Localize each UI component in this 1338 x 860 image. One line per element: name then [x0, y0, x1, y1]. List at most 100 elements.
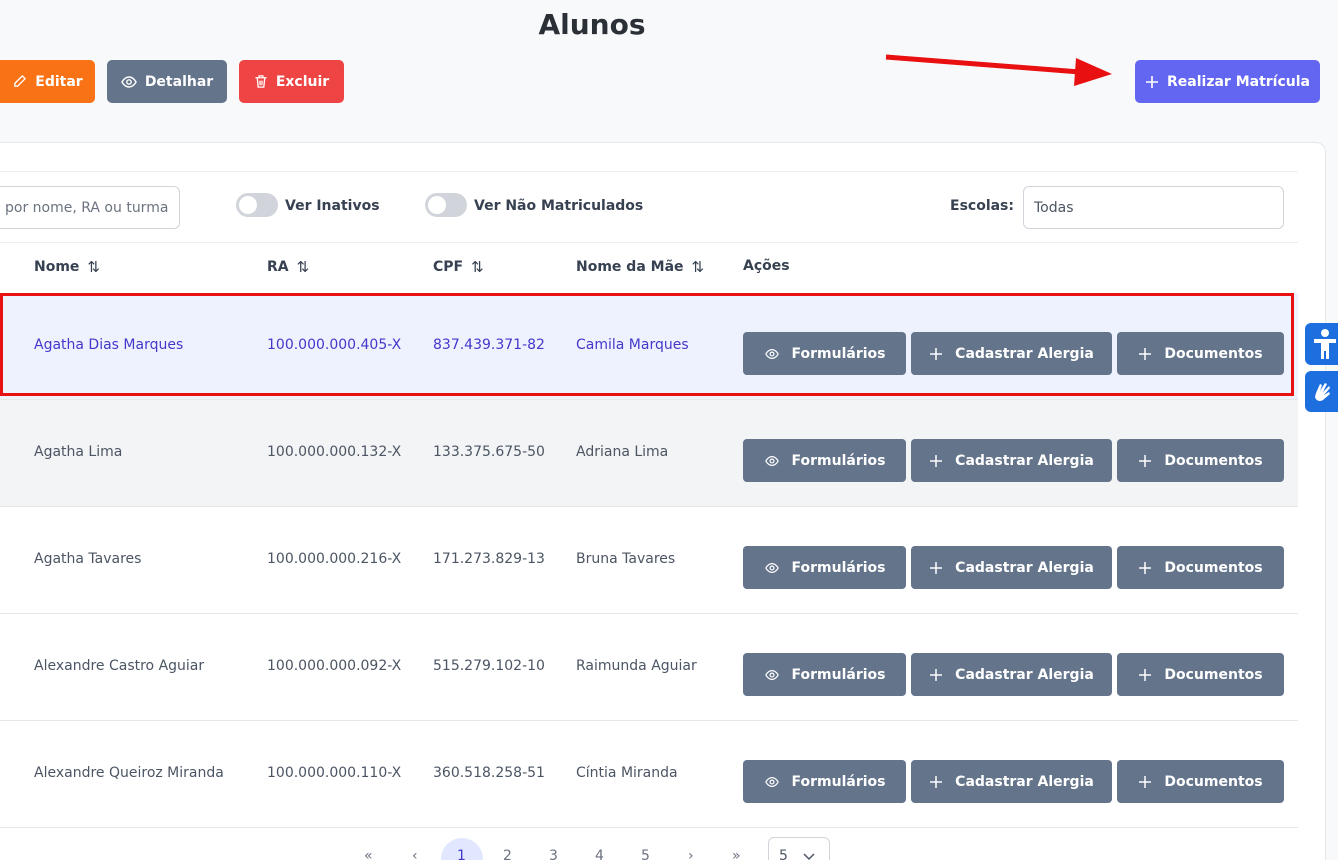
column-header-name-label: Nome [34, 259, 80, 275]
register-allergy-button[interactable]: Cadastrar Alergia [911, 439, 1112, 482]
pencil-icon [14, 75, 27, 87]
action-button-label: Cadastrar Alergia [955, 559, 1094, 576]
sign-language-hands-icon [1315, 382, 1330, 401]
not-enrolled-toggle[interactable] [425, 193, 467, 217]
search-input[interactable] [0, 186, 180, 229]
schools-label: Escolas: [950, 198, 1014, 214]
cell-cpf: 515.279.102-10 [433, 658, 545, 674]
enroll-button-label: Realizar Matrícula [1167, 73, 1310, 90]
sign-language-button[interactable] [1305, 371, 1338, 412]
documents-button[interactable]: Documentos [1117, 546, 1284, 589]
plus-icon [930, 775, 943, 788]
column-header-mother-label: Nome da Mãe [576, 259, 684, 275]
page-size-value: 5 [779, 848, 788, 860]
forms-button[interactable]: Formulários [743, 760, 906, 803]
red-arrow-annotation [885, 54, 1112, 86]
plus-icon [1139, 561, 1152, 574]
forms-button[interactable]: Formulários [743, 653, 906, 696]
action-button-label: Documentos [1164, 666, 1263, 683]
cell-name: Agatha Lima [34, 444, 123, 460]
page-button-5[interactable]: 5 [641, 848, 650, 860]
table-row[interactable]: Alexandre Castro Aguiar 100.000.000.092-X… [0, 614, 1298, 721]
cell-mother: Raimunda Aguiar [576, 658, 697, 674]
cell-ra: 100.000.000.110-X [267, 765, 402, 781]
page-button-2[interactable]: 2 [503, 848, 512, 860]
action-button-label: Cadastrar Alergia [955, 452, 1094, 469]
action-button-label: Formulários [791, 666, 886, 683]
schools-select[interactable]: Todas [1023, 186, 1284, 229]
register-allergy-button[interactable]: Cadastrar Alergia [911, 760, 1112, 803]
plus-icon [1139, 454, 1152, 467]
documents-button[interactable]: Documentos [1117, 653, 1284, 696]
inactive-toggle[interactable] [236, 193, 278, 217]
action-button-label: Cadastrar Alergia [955, 773, 1094, 790]
detail-button[interactable]: Detalhar [107, 60, 227, 103]
page-button-4[interactable]: 4 [595, 848, 604, 860]
not-enrolled-toggle-label: Ver Não Matriculados [474, 198, 644, 214]
forms-button[interactable]: Formulários [743, 546, 906, 589]
next-page-button[interactable]: › [688, 848, 694, 860]
plus-icon [930, 454, 943, 467]
table-row[interactable]: Agatha Tavares 100.000.000.216-X 171.273.8… [0, 507, 1298, 614]
column-header-cpf[interactable]: CPF ⇅ [433, 258, 484, 276]
cell-cpf: 171.273.829-13 [433, 551, 545, 567]
selected-row-highlight [0, 293, 1294, 396]
action-button-label: Formulários [791, 773, 886, 790]
cell-cpf: 133.375.675-50 [433, 444, 545, 460]
register-allergy-button[interactable]: Cadastrar Alergia [911, 546, 1112, 589]
last-page-button[interactable]: » [732, 848, 741, 860]
column-header-actions: Ações [743, 258, 790, 274]
cell-name: Agatha Tavares [34, 551, 142, 567]
plus-icon [1139, 775, 1152, 788]
table-row[interactable]: Alexandre Queiroz Miranda 100.000.000.110… [0, 721, 1298, 828]
detail-button-label: Detalhar [144, 73, 214, 90]
column-header-actions-label: Ações [743, 258, 790, 274]
delete-button[interactable]: Excluir [239, 60, 344, 103]
edit-button[interactable]: Editar [0, 60, 95, 103]
register-allergy-button[interactable]: Cadastrar Alergia [911, 653, 1112, 696]
plus-icon [1139, 668, 1152, 681]
cell-mother: Bruna Tavares [576, 551, 676, 567]
edit-button-label: Editar [35, 73, 83, 90]
cell-ra: 100.000.000.092-X [267, 658, 402, 674]
column-header-name[interactable]: Nome ⇅ [34, 258, 100, 276]
page-title: Alunos [538, 8, 646, 41]
page-size-select[interactable]: 5 [768, 837, 830, 860]
first-page-button[interactable]: « [364, 848, 373, 860]
eye-icon [764, 562, 779, 573]
inactive-toggle-label: Ver Inativos [285, 198, 380, 214]
cell-ra: 100.000.000.132-X [267, 444, 402, 460]
page-button-1[interactable]: 1 [457, 848, 466, 860]
forms-button[interactable]: Formulários [743, 439, 906, 482]
pagination: « ‹ 1 2 3 4 5 › » [0, 838, 1338, 860]
plus-icon [930, 668, 943, 681]
column-header-ra-label: RA [267, 259, 289, 275]
cell-cpf: 360.518.258-51 [433, 765, 545, 781]
eye-icon [764, 776, 779, 787]
action-button-label: Documentos [1164, 773, 1263, 790]
cell-name: Alexandre Queiroz Miranda [34, 765, 224, 781]
page-button-3[interactable]: 3 [549, 848, 558, 860]
eye-icon [121, 75, 137, 88]
trash-icon [255, 75, 267, 88]
column-header-ra[interactable]: RA ⇅ [267, 258, 309, 276]
cell-mother: Cíntia Miranda [576, 765, 678, 781]
table-row[interactable]: Agatha Lima 100.000.000.132-X 133.375.675-… [0, 400, 1298, 507]
prev-page-button[interactable]: ‹ [412, 848, 418, 860]
documents-button[interactable]: Documentos [1117, 439, 1284, 482]
action-button-label: Formulários [791, 452, 886, 469]
column-header-mother[interactable]: Nome da Mãe ⇅ [576, 258, 704, 276]
enroll-button[interactable]: Realizar Matrícula [1135, 60, 1320, 103]
action-button-label: Documentos [1164, 559, 1263, 576]
cell-mother: Adriana Lima [576, 444, 669, 460]
schools-select-value: Todas [1034, 199, 1074, 216]
documents-button[interactable]: Documentos [1117, 760, 1284, 803]
plus-icon [1146, 75, 1158, 88]
cell-name: Alexandre Castro Aguiar [34, 658, 205, 674]
sort-icon: ⇅ [296, 258, 310, 276]
accessibility-button[interactable] [1305, 323, 1338, 365]
action-button-label: Documentos [1164, 452, 1263, 469]
sort-icon: ⇅ [471, 258, 484, 276]
eye-icon [764, 455, 779, 466]
eye-icon [764, 669, 779, 680]
